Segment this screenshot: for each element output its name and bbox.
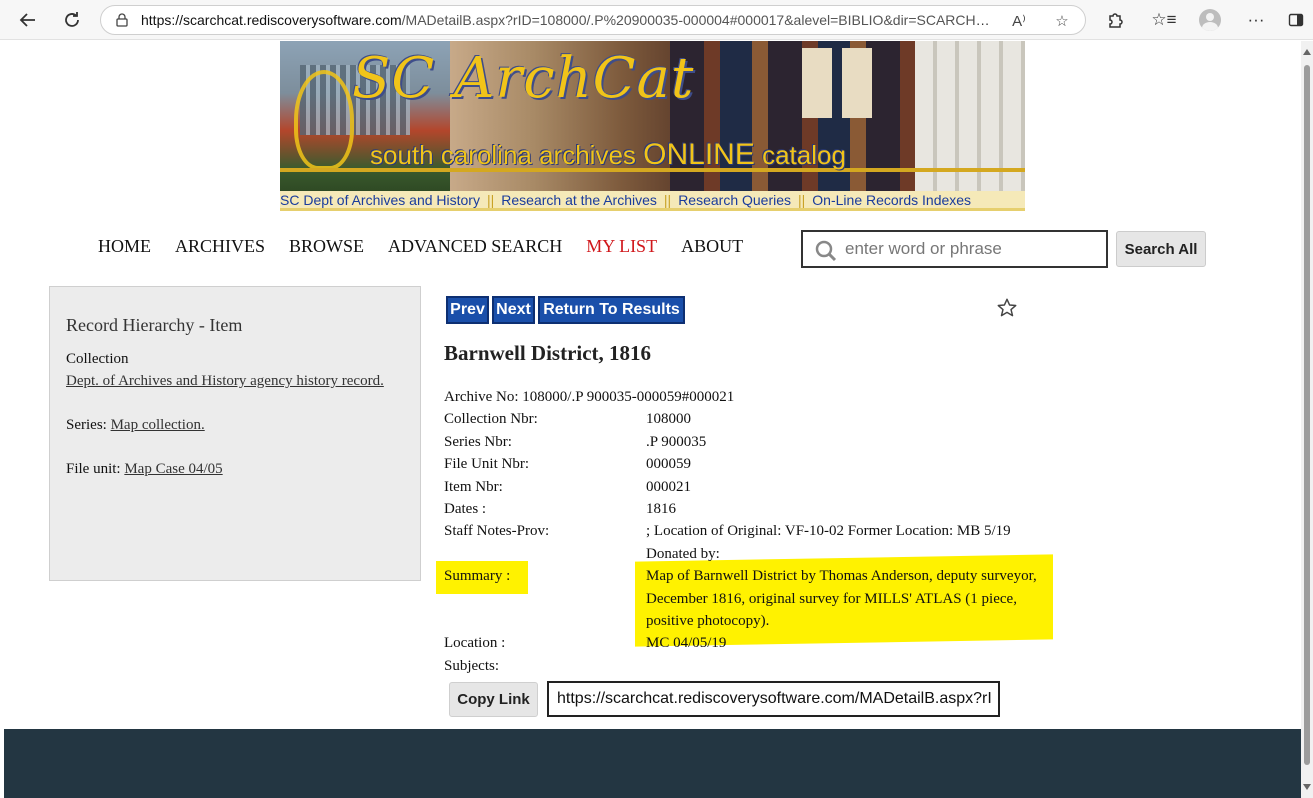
file-unit-link[interactable]: Map Case 04/05 <box>124 461 222 477</box>
tagline-prefix: south carolina archives <box>370 140 636 170</box>
field-label: File Unit Nbr: <box>444 456 529 473</box>
field-row: Collection Nbr: 108000 <box>444 408 1056 430</box>
field-value <box>646 655 1056 677</box>
field-label: Item Nbr: <box>444 478 503 495</box>
link-queries[interactable]: Research Queries <box>678 192 791 208</box>
page-scrollbar[interactable] <box>1301 41 1313 798</box>
search-all-button[interactable]: Search All <box>1116 231 1206 267</box>
favorite-icon[interactable]: ☆ <box>1049 6 1075 36</box>
scroll-up-icon[interactable] <box>1303 49 1311 55</box>
banner-tagline: south carolina archives ONLINE catalog <box>370 138 846 172</box>
summary-row: Summary : Map of Barnwell District by Tho… <box>444 565 1056 632</box>
prev-button[interactable]: Prev <box>446 296 489 324</box>
nav-archives[interactable]: ARCHIVES <box>175 236 265 257</box>
link-research[interactable]: Research at the Archives <box>501 192 657 208</box>
sidebar-icon[interactable] <box>1282 6 1310 34</box>
nav-my-list[interactable]: MY LIST <box>586 236 657 257</box>
file-unit-label: File unit: <box>66 461 121 477</box>
field-value: 000059 <box>646 456 691 473</box>
logo-title: SC ArchCat <box>352 46 695 111</box>
browser-toolbar: https://scarchcat.rediscoverysoftware.co… <box>0 0 1313 40</box>
favorites-list-icon[interactable]: ☆≡ <box>1150 6 1178 34</box>
archive-number: Archive No: 108000/.P 900035-000059#0000… <box>444 389 735 405</box>
copy-link-button[interactable]: Copy Link <box>449 681 538 717</box>
tagline-online: ONLINE <box>643 138 755 171</box>
search-placeholder: enter word or phrase <box>845 239 1002 258</box>
next-button[interactable]: Next <box>492 296 535 324</box>
field-label: Series Nbr: <box>444 433 512 450</box>
site-banner[interactable]: SC ArchCat south carolina archives ONLIN… <box>280 41 1025 191</box>
field-row: File Unit Nbr: 000059 <box>444 453 1056 475</box>
permalink-field[interactable]: https://scarchcat.rediscoverysoftware.co… <box>547 681 1000 717</box>
field-value: ; Location of Original: VF-10-02 Former … <box>646 523 1011 562</box>
link-separator: || <box>798 191 806 208</box>
field-label: Collection Nbr: <box>444 411 538 428</box>
field-label: Staff Notes-Prov: <box>444 523 550 540</box>
collection-link[interactable]: Dept. of Archives and History agency his… <box>66 373 384 389</box>
return-to-results-button[interactable]: Return To Results <box>538 296 685 324</box>
logo-seal-icon <box>294 70 354 170</box>
field-value: .P 900035 <box>646 433 707 450</box>
scroll-down-icon[interactable] <box>1303 784 1311 790</box>
search-input[interactable]: enter word or phrase <box>801 230 1108 268</box>
record-fields: Archive No: 108000/.P 900035-000059#0000… <box>444 386 1056 677</box>
hierarchy-title: Record Hierarchy - Item <box>66 315 243 335</box>
page-footer <box>4 729 1301 798</box>
field-label: Subjects: <box>444 657 499 674</box>
field-row: Item Nbr: 000021 <box>444 476 1056 498</box>
series-row: Series: Map collection. <box>66 414 404 436</box>
lock-icon[interactable] <box>115 13 129 27</box>
field-value: 000021 <box>646 478 691 495</box>
record-nav-buttons: Prev Next Return To Results <box>446 296 688 324</box>
profile-icon[interactable] <box>1196 6 1224 34</box>
field-value: 1816 <box>646 501 676 518</box>
link-separator: || <box>486 191 495 208</box>
field-row: Location : MC 04/05/19 <box>444 632 1056 654</box>
nav-advanced-search[interactable]: ADVANCED SEARCH <box>388 236 562 257</box>
banner-links: SC Dept of Archives and History || Resea… <box>280 191 1025 211</box>
field-row: Dates : 1816 <box>444 498 1056 520</box>
refresh-icon[interactable] <box>58 6 86 34</box>
copy-link-row: Copy Link https://scarchcat.rediscoverys… <box>449 681 1000 717</box>
url-text: https://scarchcat.rediscoverysoftware.co… <box>141 12 991 28</box>
series-label: Series: <box>66 417 107 433</box>
main-nav: HOME ARCHIVES BROWSE ADVANCED SEARCH MY … <box>98 236 767 257</box>
address-bar[interactable]: https://scarchcat.rediscoverysoftware.co… <box>100 5 1086 35</box>
scroll-thumb[interactable] <box>1304 65 1310 765</box>
link-separator: || <box>663 191 672 208</box>
extensions-icon[interactable] <box>1101 6 1129 34</box>
record-title: Barnwell District, 1816 <box>444 341 652 365</box>
nav-browse[interactable]: BROWSE <box>289 236 364 257</box>
file-unit-row: File unit: Map Case 04/05 <box>66 458 404 480</box>
field-row: Series Nbr: .P 900035 <box>444 431 1056 453</box>
link-online-indexes[interactable]: On-Line Records Indexes <box>812 192 971 208</box>
field-value: MC 04/05/19 <box>646 635 727 652</box>
nav-about[interactable]: ABOUT <box>681 236 743 257</box>
back-icon[interactable] <box>14 6 42 34</box>
summary-value: Map of Barnwell District by Thomas Ander… <box>646 568 1037 630</box>
search-icon <box>811 236 841 266</box>
collection-label: Collection <box>66 351 129 367</box>
field-row: Subjects: <box>444 655 1056 677</box>
more-icon[interactable]: ··· <box>1242 6 1270 34</box>
field-row: Staff Notes-Prov: ; Location of Original:… <box>444 520 1056 565</box>
field-label: Location : <box>444 635 506 652</box>
record-hierarchy-panel: Record Hierarchy - Item Collection Dept.… <box>49 286 421 581</box>
link-sc-dept[interactable]: SC Dept of Archives and History <box>280 192 480 208</box>
nav-home[interactable]: HOME <box>98 236 151 257</box>
tagline-suffix: catalog <box>762 140 846 170</box>
summary-label: Summary : <box>444 568 511 585</box>
read-aloud-icon[interactable]: A⁾ <box>1006 6 1032 36</box>
field-value: 108000 <box>646 411 691 428</box>
add-to-list-star-icon[interactable] <box>994 295 1020 321</box>
field-label: Dates : <box>444 501 487 518</box>
page-viewport: SC ArchCat south carolina archives ONLIN… <box>4 41 1301 798</box>
series-link[interactable]: Map collection. <box>111 417 205 433</box>
